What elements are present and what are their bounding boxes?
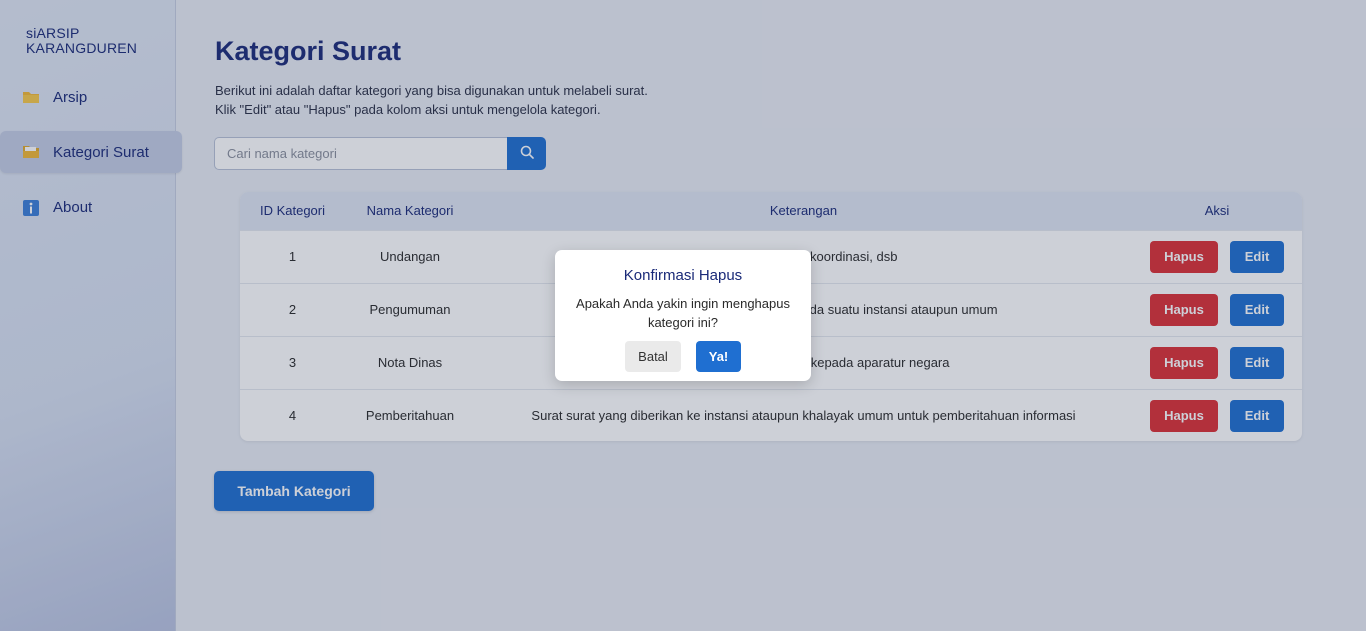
dialog-message: Apakah Anda yakin ingin menghapus katego… [576, 296, 790, 330]
confirm-delete-dialog: Konfirmasi Hapus Apakah Anda yakin ingin… [555, 250, 811, 381]
cancel-button[interactable]: Batal [625, 341, 681, 372]
dialog-title: Konfirmasi Hapus [623, 267, 743, 284]
dialog-actions: Batal Ya! [555, 341, 811, 372]
confirm-button[interactable]: Ya! [696, 341, 741, 372]
